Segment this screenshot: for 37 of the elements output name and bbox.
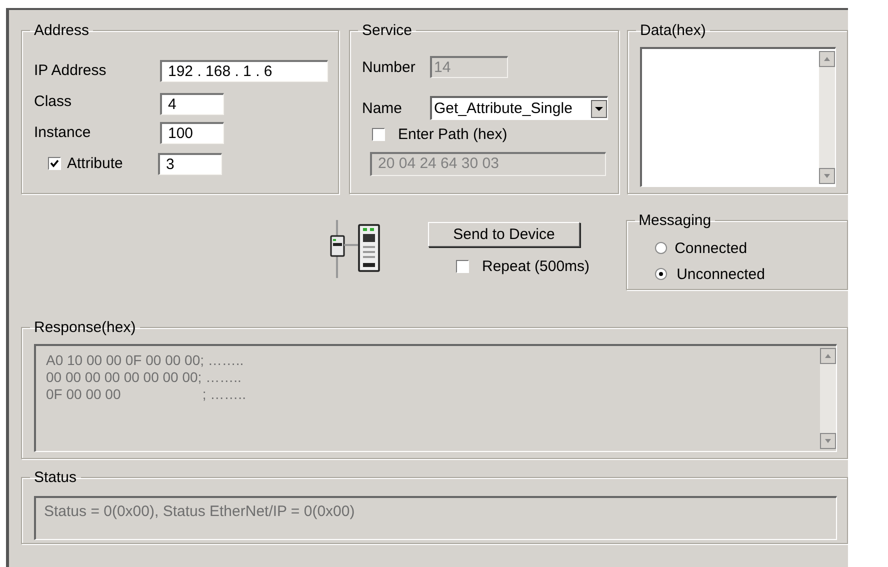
checkbox-label: Repeat (500ms) [482, 258, 590, 275]
checkbox[interactable] [372, 128, 385, 140]
scroll-down-icon[interactable] [820, 433, 836, 449]
field-label: Instance [34, 124, 92, 141]
checkbox[interactable] [456, 260, 469, 273]
field-label: Name [362, 100, 404, 116]
scroll-down-icon[interactable] [819, 168, 835, 184]
data-text-area[interactable] [640, 47, 836, 187]
radio-label: Connected [674, 240, 748, 256]
field-label: IP Address [34, 62, 108, 79]
group-title: Status [33, 469, 78, 486]
check-icon [50, 159, 59, 168]
field-label: Attribute [67, 155, 123, 172]
checkbox[interactable] [48, 157, 61, 170]
service-dropdown[interactable]: Get_Attribute_Single [430, 96, 608, 120]
scroll-up-icon[interactable] [819, 51, 835, 67]
send-to-device-button[interactable]: Send to Device [428, 222, 580, 247]
field-label: Number [362, 58, 416, 76]
input-field[interactable]: 4 [160, 92, 224, 114]
field-label: Class [34, 93, 73, 110]
input-field[interactable]: 192 . 168 . 1 . 6 [160, 60, 328, 82]
group-title: Response(hex) [33, 319, 137, 336]
checkbox-label: Enter Path (hex) [398, 126, 508, 142]
group-title: Data(hex) [639, 22, 707, 39]
radio-button[interactable] [654, 268, 667, 280]
input-field[interactable]: 100 [160, 122, 224, 144]
group-title: Service [361, 22, 414, 39]
group-title: Messaging [638, 212, 712, 229]
response-line: A0 10 00 00 0F 00 00 00; …….. [46, 352, 245, 369]
status-text: Status = 0(0x00), Status EtherNet/IP = 0(0x00) [44, 503, 355, 520]
input-field[interactable]: 3 [158, 152, 222, 174]
response-line: 0F 00 00 00 ; …….. [46, 386, 246, 403]
group-title: Address [33, 22, 90, 39]
radio-label: Unconnected [676, 266, 765, 282]
radio-button[interactable] [654, 242, 667, 254]
scroll-up-icon[interactable] [820, 348, 836, 364]
response-line: 00 00 00 00 00 00 00 00; …….. [46, 369, 242, 386]
